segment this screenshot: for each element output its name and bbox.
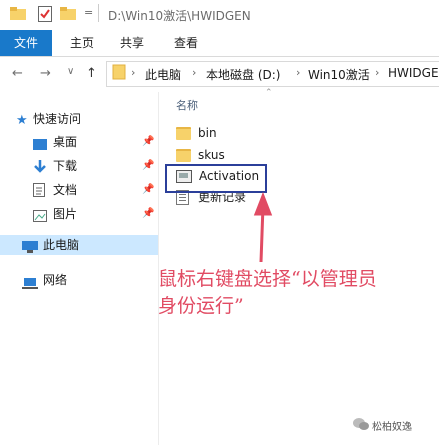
annotation-arrow-icon <box>253 191 273 263</box>
watermark: 松柏奴逸 <box>372 422 412 433</box>
annotation-line-1: 鼠标右键盘选择“以管理员 <box>158 268 377 290</box>
wechat-icon <box>353 416 369 435</box>
annotation-line-2: 身份运行” <box>158 295 244 317</box>
annotation-text: 鼠标右键盘选择“以管理员 身份运行” <box>158 266 377 320</box>
